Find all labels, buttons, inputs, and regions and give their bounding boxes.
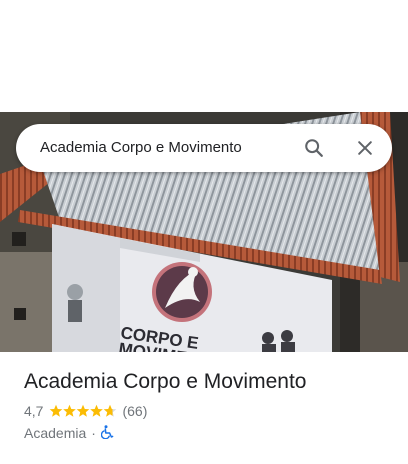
separator-dot: · (91, 425, 96, 441)
place-title[interactable]: Academia Corpo e Movimento (24, 368, 394, 396)
wheelchair-icon (100, 424, 114, 442)
search-bar[interactable]: Academia Corpo e Movimento (16, 124, 392, 172)
rating-row[interactable]: 4,7 (66) (24, 401, 394, 421)
close-icon[interactable] (353, 136, 377, 160)
category-label[interactable]: Academia (24, 425, 86, 441)
stars-icon (50, 404, 117, 417)
place-card: CORPO E MOVIMENTO Academia Corpo e Movim… (0, 0, 408, 464)
search-icon[interactable] (302, 136, 326, 160)
rating-value: 4,7 (24, 403, 44, 419)
review-count[interactable]: (66) (122, 403, 147, 419)
category-row: Academia · (24, 423, 394, 443)
star-rating (49, 404, 117, 418)
search-query-text[interactable]: Academia Corpo e Movimento (40, 124, 242, 172)
place-info: Academia Corpo e Movimento 4,7 (66) Acad… (24, 368, 394, 443)
